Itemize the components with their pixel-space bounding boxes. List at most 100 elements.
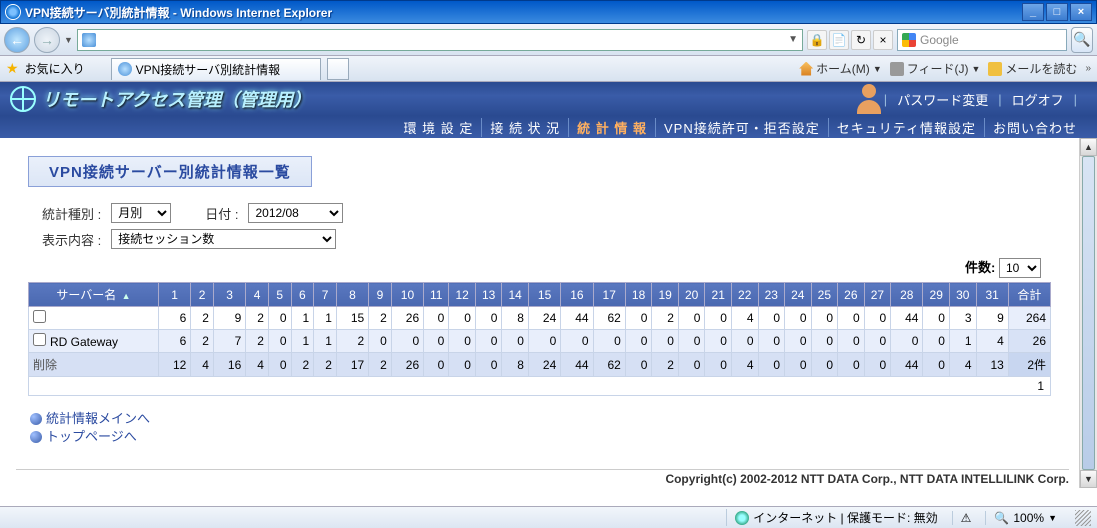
mail-menu[interactable]: メールを読む	[988, 60, 1077, 77]
col-day[interactable]: 27	[864, 283, 891, 307]
browser-tab[interactable]: VPN接続サーバ別統計情報	[111, 58, 322, 80]
password-change-link[interactable]: パスワード変更	[893, 90, 992, 109]
status-security[interactable]: ⚠	[952, 511, 980, 525]
total-cell: 62	[593, 353, 625, 377]
col-day[interactable]: 30	[949, 283, 976, 307]
data-cell: 0	[838, 330, 865, 353]
nav-sec[interactable]: セキュリティ情報設定	[828, 118, 984, 137]
col-day[interactable]: 10	[391, 283, 423, 307]
total-cell: 17	[336, 353, 368, 377]
col-day[interactable]: 13	[475, 283, 502, 307]
col-day[interactable]: 7	[314, 283, 337, 307]
col-day[interactable]: 20	[678, 283, 705, 307]
data-cell: 0	[625, 330, 652, 353]
col-day[interactable]: 21	[705, 283, 732, 307]
col-day[interactable]: 31	[976, 283, 1008, 307]
data-cell: 1	[949, 330, 976, 353]
forward-button[interactable]: →	[34, 27, 60, 53]
zoom-control[interactable]: 🔍100%▼	[985, 511, 1065, 525]
window-minimize-button[interactable]: _	[1022, 3, 1044, 21]
data-cell: 0	[705, 330, 732, 353]
col-day[interactable]: 3	[213, 283, 245, 307]
col-day[interactable]: 28	[891, 283, 923, 307]
col-day[interactable]: 8	[336, 283, 368, 307]
data-cell: 0	[424, 330, 449, 353]
stat-main-link[interactable]: 統計情報メインへ	[30, 410, 1051, 428]
col-sum[interactable]: 合計	[1008, 283, 1050, 307]
col-day[interactable]: 23	[758, 283, 785, 307]
nav-conn[interactable]: 接 続 状 況	[481, 118, 568, 137]
toolbar-expand-icon[interactable]: »	[1085, 63, 1091, 74]
nav-contact[interactable]: お問い合わせ	[984, 118, 1085, 137]
total-cell: 4	[246, 353, 269, 377]
display-content-select[interactable]: 接続セッション数	[111, 229, 336, 249]
col-day[interactable]: 6	[291, 283, 314, 307]
col-day[interactable]: 29	[923, 283, 950, 307]
col-day[interactable]: 12	[449, 283, 476, 307]
status-zone[interactable]: インターネット | 保護モード: 無効	[726, 509, 945, 526]
col-day[interactable]: 24	[785, 283, 812, 307]
col-day[interactable]: 14	[502, 283, 529, 307]
col-day[interactable]: 15	[528, 283, 560, 307]
vertical-scrollbar[interactable]: ▲ ▼	[1079, 138, 1097, 488]
total-cell: 12	[159, 353, 191, 377]
col-server[interactable]: サーバー名 ▲	[29, 283, 159, 307]
app-nav: 環 境 設 定 接 続 状 況 統 計 情 報 VPN接続許可・拒否設定 セキュ…	[0, 116, 1097, 138]
refresh-button[interactable]: ↻	[851, 30, 871, 50]
delete-link[interactable]: 削除	[29, 353, 159, 377]
scroll-thumb[interactable]	[1082, 156, 1095, 470]
back-button[interactable]: ←	[4, 27, 30, 53]
date-select[interactable]: 2012/08	[248, 203, 343, 223]
col-day[interactable]: 16	[561, 283, 593, 307]
address-dropdown-icon[interactable]: ▼	[788, 34, 798, 45]
col-day[interactable]: 9	[369, 283, 392, 307]
col-day[interactable]: 25	[811, 283, 838, 307]
col-day[interactable]: 5	[268, 283, 291, 307]
nav-stat[interactable]: 統 計 情 報	[568, 118, 655, 137]
col-day[interactable]: 22	[731, 283, 758, 307]
nav-history-dropdown[interactable]: ▼	[64, 35, 73, 45]
search-button[interactable]: 🔍	[1071, 27, 1093, 53]
col-day[interactable]: 4	[246, 283, 269, 307]
compat-view-icon[interactable]: 📄	[829, 30, 849, 50]
data-cell: 0	[811, 307, 838, 330]
col-day[interactable]: 18	[625, 283, 652, 307]
tab-title: VPN接続サーバ別統計情報	[136, 61, 281, 78]
top-page-link[interactable]: トップページへ	[30, 428, 1051, 446]
total-cell: 4	[731, 353, 758, 377]
app-title: リモートアクセス管理（管理用）	[42, 86, 311, 112]
favorites-label[interactable]: お気に入り	[25, 60, 85, 77]
stop-button[interactable]: ×	[873, 30, 893, 50]
browser-nav-toolbar: ← → ▼ ▼ 🔒 📄 ↻ × Google 🔍	[0, 24, 1097, 56]
nav-env[interactable]: 環 境 設 定	[395, 118, 481, 137]
count-select[interactable]: 10	[999, 258, 1041, 278]
scroll-up-arrow[interactable]: ▲	[1080, 138, 1097, 156]
col-day[interactable]: 17	[593, 283, 625, 307]
search-box[interactable]: Google	[897, 29, 1067, 51]
lock-icon[interactable]: 🔒	[807, 30, 827, 50]
home-menu[interactable]: ホーム(M)▼	[799, 60, 882, 77]
total-cell: 8	[502, 353, 529, 377]
scroll-down-arrow[interactable]: ▼	[1080, 470, 1097, 488]
window-close-button[interactable]: ×	[1070, 3, 1092, 21]
data-cell: 0	[502, 330, 529, 353]
new-tab-button[interactable]	[327, 58, 349, 80]
data-cell: 0	[923, 330, 950, 353]
col-day[interactable]: 11	[424, 283, 449, 307]
favorites-star-icon[interactable]: ★	[6, 60, 19, 77]
feed-menu[interactable]: フィード(J)▼	[890, 60, 981, 77]
logoff-link[interactable]: ログオフ	[1008, 90, 1068, 109]
col-day[interactable]: 26	[838, 283, 865, 307]
stat-type-select[interactable]: 月別	[111, 203, 171, 223]
col-day[interactable]: 1	[159, 283, 191, 307]
row-checkbox[interactable]	[33, 333, 46, 346]
data-cell: 0	[391, 330, 423, 353]
address-bar[interactable]: ▼	[77, 29, 803, 51]
resize-grip[interactable]	[1075, 510, 1091, 526]
col-day[interactable]: 19	[652, 283, 679, 307]
window-maximize-button[interactable]: □	[1046, 3, 1068, 21]
row-checkbox[interactable]	[33, 310, 46, 323]
data-cell: 1	[314, 330, 337, 353]
nav-vpn[interactable]: VPN接続許可・拒否設定	[655, 118, 828, 137]
col-day[interactable]: 2	[191, 283, 214, 307]
